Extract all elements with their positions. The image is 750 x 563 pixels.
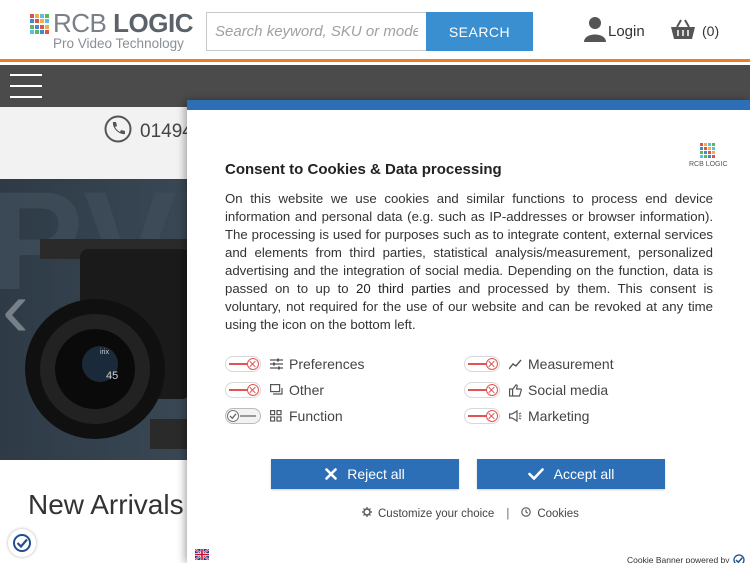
accept-all-button[interactable]: Accept all	[477, 459, 665, 489]
logo-text: RCB LOGIC	[53, 8, 193, 38]
social-media-toggle[interactable]	[464, 382, 500, 398]
phone-icon	[104, 115, 132, 148]
login-link[interactable]: Login	[584, 16, 645, 46]
thumbs-up-icon	[508, 383, 522, 397]
gear-icon	[362, 507, 378, 520]
cookies-label: Cookies	[537, 507, 579, 520]
hero-prev-arrow[interactable]: ‹	[2, 269, 29, 349]
search-input[interactable]	[207, 13, 426, 50]
category-preferences: Preferences	[225, 354, 364, 374]
marketing-toggle[interactable]	[464, 408, 500, 424]
customize-choice-label: Customize your choice	[378, 507, 495, 520]
menu-icon[interactable]	[10, 74, 42, 98]
category-label: Preferences	[289, 356, 365, 372]
powered-by[interactable]: Cookie Banner powered by	[627, 554, 745, 563]
site-logo[interactable]: RCB LOGIC Pro Video Technology	[30, 8, 193, 52]
logo-grid-icon	[30, 14, 50, 34]
consent-title: Consent to Cookies & Data processing	[225, 161, 502, 178]
svg-text:irix: irix	[100, 349, 109, 356]
user-icon	[584, 16, 606, 47]
reject-all-button[interactable]: Reject all	[271, 459, 459, 489]
category-other: Other	[225, 380, 324, 400]
basket-icon	[670, 18, 696, 45]
customize-choice-link[interactable]: Customize your choice	[362, 507, 494, 520]
login-label: Login	[608, 22, 645, 40]
svg-text:45: 45	[106, 370, 118, 382]
function-toggle[interactable]	[225, 408, 261, 424]
consent-settings-icon[interactable]	[8, 529, 36, 557]
category-label: Function	[289, 408, 343, 424]
close-icon	[325, 468, 338, 480]
logo-grid-icon	[700, 143, 715, 158]
powered-by-label: Cookie Banner powered by	[627, 555, 730, 563]
category-measurement: Measurement	[464, 354, 614, 374]
consent-links: Customize your choice | Cookies	[362, 507, 579, 520]
category-social-media: Social media	[464, 380, 608, 400]
clock-icon	[521, 507, 537, 520]
sliders-icon	[269, 357, 283, 371]
search-box	[206, 12, 426, 51]
grid-icon	[269, 409, 283, 423]
consent-logo: RCB LOGIC	[689, 143, 729, 173]
site-header: RCB LOGIC Pro Video Technology SEARCH Lo…	[0, 0, 750, 62]
search-button[interactable]: SEARCH	[426, 12, 533, 51]
accept-all-label: Accept all	[553, 466, 615, 482]
checkmark-icon	[527, 468, 544, 480]
third-parties-link[interactable]: 20 third parties	[356, 281, 451, 296]
phone-number: 01494	[140, 120, 193, 142]
other-toggle[interactable]	[225, 382, 261, 398]
section-title: New Arrivals	[28, 489, 184, 520]
cookies-link[interactable]: Cookies	[521, 507, 579, 520]
measurement-toggle[interactable]	[464, 356, 500, 372]
chart-line-icon	[508, 357, 522, 371]
phone-contact[interactable]: 01494	[104, 115, 193, 148]
category-label: Other	[289, 382, 325, 398]
cookie-consent-dialog: Consent to Cookies & Data processing RCB…	[187, 100, 750, 563]
logo-subtitle: Pro Video Technology	[53, 36, 184, 51]
category-marketing: Marketing	[464, 406, 589, 426]
consent-description: On this website we use cookies and simil…	[225, 191, 713, 332]
category-label: Social media	[528, 382, 609, 398]
cart-count: (0)	[702, 23, 720, 39]
category-label: Marketing	[528, 408, 590, 424]
consent-logo-text: RCB LOGIC	[689, 161, 728, 168]
link-separator: |	[506, 507, 510, 520]
chat-icon	[269, 383, 283, 397]
cart-link[interactable]: (0)	[670, 16, 719, 46]
reject-all-label: Reject all	[347, 466, 405, 482]
language-flag-icon[interactable]	[194, 547, 210, 561]
megaphone-icon	[508, 409, 522, 423]
category-label: Measurement	[528, 356, 614, 372]
category-function: Function	[225, 406, 343, 426]
preferences-toggle[interactable]	[225, 356, 261, 372]
consent-categories: Preferences Measurement Other Social med…	[225, 354, 715, 434]
trust-check-icon	[732, 554, 745, 563]
